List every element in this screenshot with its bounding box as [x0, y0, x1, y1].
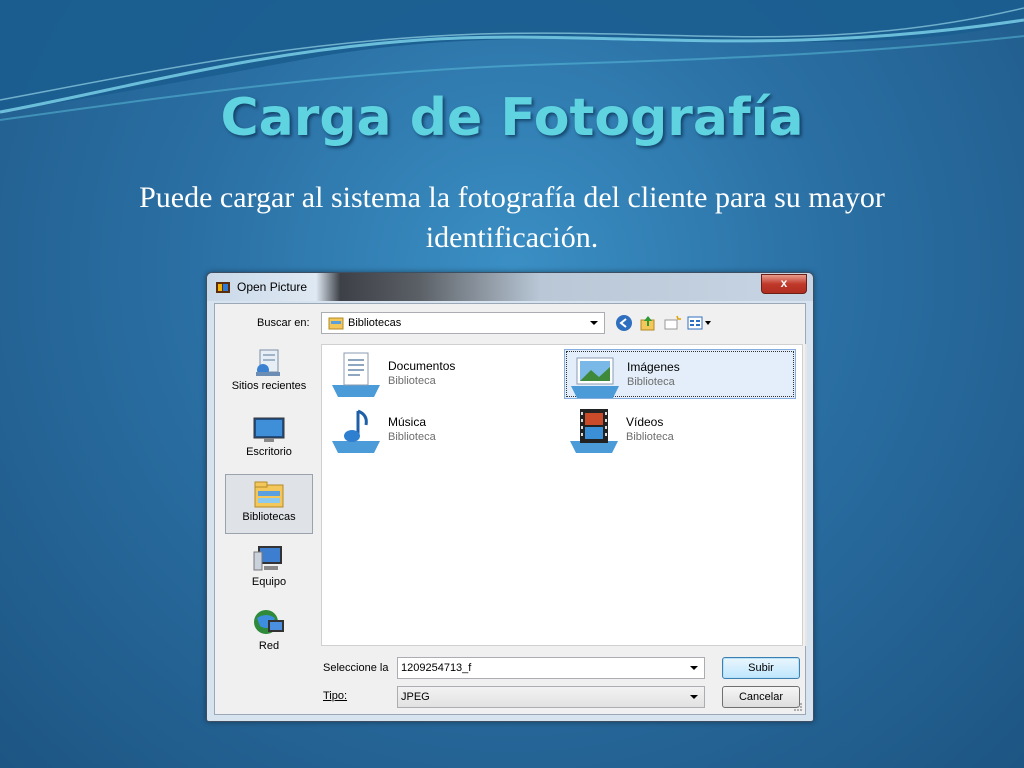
library-musica[interactable]: Música Biblioteca: [326, 405, 558, 455]
music-library-icon: [332, 409, 380, 453]
cancel-button[interactable]: Cancelar: [722, 686, 800, 708]
network-icon: [254, 610, 284, 634]
place-libraries[interactable]: Bibliotecas: [225, 474, 313, 534]
close-button[interactable]: x: [761, 274, 807, 294]
file-list: Documentos Biblioteca Imágenes Bibliotec…: [321, 344, 803, 646]
picture-app-icon: [216, 282, 230, 293]
place-label: Bibliotecas: [242, 511, 296, 523]
documents-library-icon: [332, 352, 380, 397]
resize-grip-icon[interactable]: [793, 702, 803, 712]
library-kind: Biblioteca: [388, 431, 436, 443]
places-bar: Sitios recientes Escritorio Bibliotecas: [221, 344, 319, 706]
recent-places-icon: [256, 349, 280, 376]
library-kind: Biblioteca: [626, 431, 674, 443]
library-imagenes[interactable]: Imágenes Biblioteca: [564, 349, 796, 399]
place-label: Escritorio: [246, 446, 292, 458]
library-videos[interactable]: Vídeos Biblioteca: [564, 405, 796, 455]
views-menu-icon[interactable]: [687, 314, 715, 332]
library-kind: Biblioteca: [627, 376, 675, 388]
dialog-title: Open Picture: [237, 280, 308, 294]
slide-title: Carga de Fotografía: [220, 88, 804, 148]
place-label: Sitios recientes: [231, 380, 307, 392]
desktop-icon: [253, 417, 285, 442]
look-in-dropdown[interactable]: Bibliotecas: [321, 312, 605, 334]
filename-label: Seleccione la: [323, 662, 389, 674]
place-network[interactable]: Red: [225, 604, 313, 664]
open-picture-dialog: Open Picture x Buscar en: Bibliotecas Si…: [206, 272, 814, 722]
libraries-folder-icon: [328, 317, 344, 330]
look-in-value: Bibliotecas: [348, 317, 402, 329]
dialog-body: Buscar en: Bibliotecas Sitios recientes …: [214, 303, 807, 715]
place-label: Red: [258, 640, 280, 652]
new-folder-icon[interactable]: [663, 314, 681, 332]
chevron-down-icon: [690, 666, 698, 670]
open-button[interactable]: Subir: [722, 657, 800, 679]
library-name: Música: [388, 415, 427, 429]
dialog-titlebar[interactable]: Open Picture x: [207, 273, 813, 301]
file-list-edge: [805, 344, 807, 646]
look-in-label: Buscar en:: [257, 317, 310, 329]
file-type-value: JPEG: [401, 691, 430, 703]
slide-subtitle: Puede cargar al sistema la fotografía de…: [139, 181, 885, 254]
place-recent-sites[interactable]: Sitios recientes: [225, 344, 313, 404]
videos-library-icon: [570, 409, 618, 453]
libraries-icon: [254, 481, 284, 508]
place-label: Equipo: [251, 576, 287, 588]
filename-value: 1209254713_f: [401, 662, 472, 674]
back-icon[interactable]: [615, 314, 633, 332]
library-name: Vídeos: [626, 415, 664, 429]
chevron-down-icon: [690, 695, 698, 699]
up-folder-icon[interactable]: [639, 314, 657, 332]
library-name: Imágenes: [627, 360, 680, 374]
place-desktop[interactable]: Escritorio: [225, 410, 313, 470]
computer-icon: [253, 546, 282, 571]
library-kind: Biblioteca: [388, 375, 436, 387]
file-type-dropdown[interactable]: JPEG: [397, 686, 705, 708]
library-name: Documentos: [388, 359, 456, 373]
place-computer[interactable]: Equipo: [225, 540, 313, 600]
filename-input[interactable]: 1209254713_f: [397, 657, 705, 679]
pictures-library-icon: [571, 357, 619, 398]
library-documentos[interactable]: Documentos Biblioteca: [326, 349, 558, 399]
type-label: Tipo:: [323, 690, 348, 702]
chevron-down-icon: [590, 321, 598, 325]
